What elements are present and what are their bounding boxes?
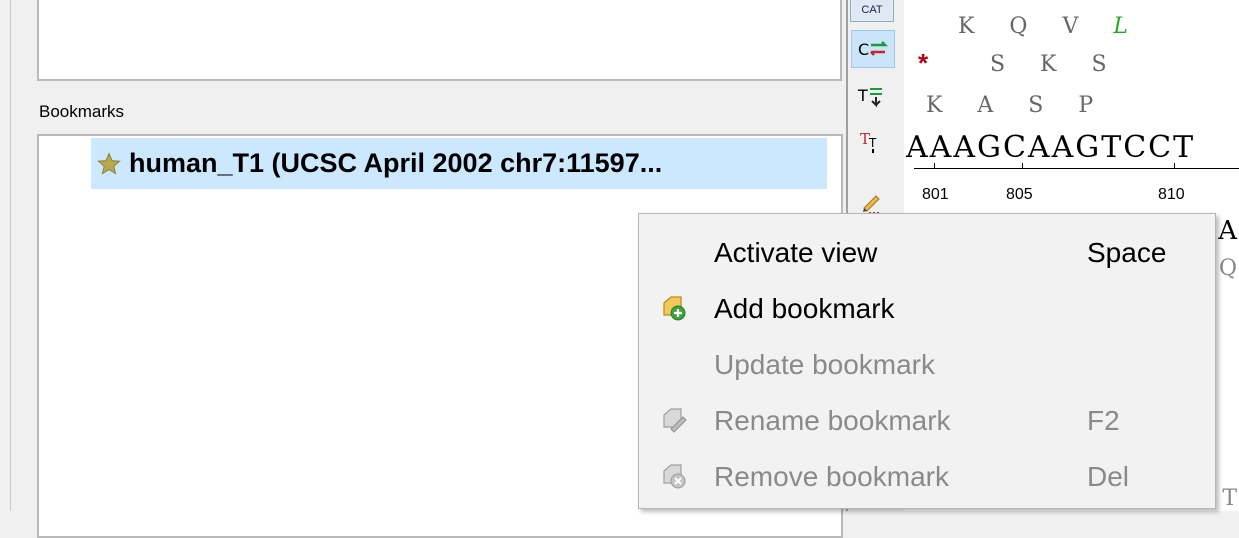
translation-button[interactable]: T (851, 78, 895, 116)
text-format-icon: T T (860, 130, 877, 153)
window-edge (0, 0, 10, 511)
menu-item-rename-bookmark[interactable]: Rename bookmark F2 (639, 391, 1215, 447)
bookmark-item[interactable]: human_T1 (UCSC April 2002 chr7:11597... (91, 138, 827, 189)
svg-text:T: T (868, 136, 877, 150)
aa-row-1-text: K Q V (958, 14, 1114, 39)
rename-bookmark-icon (663, 408, 687, 433)
add-bookmark-icon (663, 296, 686, 321)
sequence-fragment: Q (1218, 256, 1237, 281)
menu-item-label: Rename bookmark (714, 405, 951, 436)
menu-item-label: Update bookmark (714, 349, 936, 380)
cat-button[interactable]: CAT (850, 0, 894, 22)
dna-sequence: AAAGCAAGTCCT (906, 130, 1196, 165)
bookmarks-label: Bookmarks (39, 102, 125, 121)
sequence-ruler (914, 168, 1239, 169)
menu-item-label: Activate view (714, 237, 878, 268)
aa-row-1: K Q V L (958, 14, 1135, 39)
menu-item-remove-bookmark[interactable]: Remove bookmark Del (639, 447, 1215, 503)
aa-row-2: S K S (990, 52, 1114, 77)
aa-row-3: K A S P (926, 93, 1101, 118)
menu-item-label: Remove bookmark (714, 461, 949, 492)
stop-codon-marker: * (918, 48, 929, 78)
menu-item-shortcut: Del (1087, 461, 1130, 492)
ruler-label: 810 (1158, 186, 1185, 203)
menu-item-label: Add bookmark (714, 293, 895, 324)
ruler-label: 801 (922, 186, 949, 203)
star-icon (97, 151, 121, 175)
menu-item-shortcut: Space (1087, 237, 1167, 268)
svg-text:C: C (858, 40, 869, 59)
translation-icon: T (857, 86, 882, 108)
menu-item-update-bookmark[interactable]: Update bookmark (639, 335, 1215, 391)
ruler-label: 805 (1006, 186, 1033, 203)
ruler-tick (1022, 163, 1023, 169)
bookmark-context-menu: Activate view Space Add bookmark Update … (638, 213, 1216, 509)
complement-icon: C (858, 40, 888, 59)
menu-item-add-bookmark[interactable]: Add bookmark (639, 279, 1215, 335)
text-format-button[interactable]: T T (851, 122, 895, 160)
menu-item-shortcut: F2 (1087, 405, 1120, 436)
remove-bookmark-icon (663, 464, 686, 489)
upper-list-box[interactable] (37, 0, 842, 81)
ruler-tick (934, 163, 935, 169)
menu-item-activate-view[interactable]: Activate view Space (639, 223, 1215, 279)
pencil-icon (863, 195, 880, 214)
ruler-tick (1174, 163, 1175, 169)
complement-button[interactable]: C (851, 30, 895, 68)
svg-text:T: T (857, 86, 868, 105)
sequence-fragment: T (1222, 486, 1237, 511)
leucine-residue: L (1113, 14, 1135, 39)
bookmark-item-label: human_T1 (UCSC April 2002 chr7:11597... (129, 148, 663, 178)
sequence-fragment: A (1218, 216, 1237, 246)
